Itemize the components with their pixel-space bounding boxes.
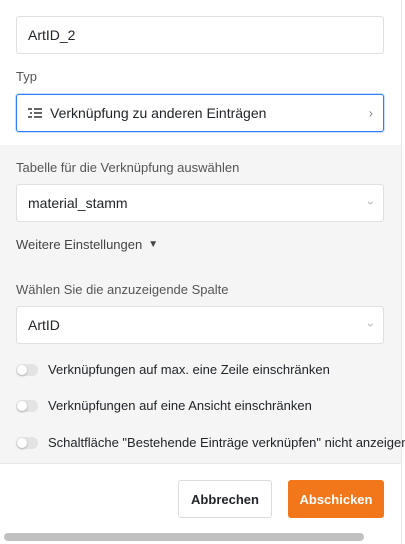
chevron-down-icon: › bbox=[364, 323, 378, 327]
submit-button[interactable]: Abschicken bbox=[288, 480, 384, 518]
more-settings-label: Weitere Einstellungen bbox=[16, 237, 143, 252]
type-select[interactable]: Verknüpfung zu anderen Einträgen › bbox=[16, 94, 384, 132]
dialog-edge bbox=[401, 0, 405, 544]
display-column-value: ArtID bbox=[28, 317, 60, 333]
toggle-row-limit-one[interactable]: Verknüpfungen auf max. eine Zeile einsch… bbox=[16, 362, 330, 377]
link-table-select[interactable]: material_stamm › bbox=[16, 184, 384, 222]
link-list-icon bbox=[28, 107, 42, 119]
chevron-down-icon: › bbox=[364, 201, 378, 205]
link-table-value: material_stamm bbox=[28, 195, 128, 211]
chevron-right-icon: › bbox=[368, 105, 373, 121]
horizontal-scrollbar[interactable] bbox=[4, 533, 364, 541]
display-column-label: Wählen Sie die anzuzeigende Spalte bbox=[16, 282, 229, 297]
toggle-row-limit-view[interactable]: Verknüpfungen auf eine Ansicht einschrän… bbox=[16, 398, 312, 413]
type-label: Typ bbox=[16, 69, 37, 84]
toggle-label: Schaltfläche "Bestehende Einträge verknü… bbox=[48, 435, 405, 450]
column-name-value: ArtID_2 bbox=[28, 27, 76, 43]
toggle-label: Verknüpfungen auf max. eine Zeile einsch… bbox=[48, 362, 330, 377]
column-name-input[interactable]: ArtID_2 bbox=[16, 16, 384, 54]
type-value: Verknüpfung zu anderen Einträgen bbox=[50, 105, 267, 121]
cancel-button[interactable]: Abbrechen bbox=[178, 480, 272, 518]
link-table-label: Tabelle für die Verknüpfung auswählen bbox=[16, 160, 240, 175]
caret-down-icon: ▼ bbox=[148, 239, 159, 250]
toggle-row-hide-link-button[interactable]: Schaltfläche "Bestehende Einträge verknü… bbox=[16, 435, 405, 450]
display-column-select[interactable]: ArtID › bbox=[16, 306, 384, 344]
more-settings-toggle[interactable]: Weitere Einstellungen ▼ bbox=[16, 237, 158, 252]
toggle-switch[interactable] bbox=[16, 436, 38, 449]
toggle-switch[interactable] bbox=[16, 363, 38, 376]
toggle-switch[interactable] bbox=[16, 399, 38, 412]
toggle-label: Verknüpfungen auf eine Ansicht einschrän… bbox=[48, 398, 312, 413]
